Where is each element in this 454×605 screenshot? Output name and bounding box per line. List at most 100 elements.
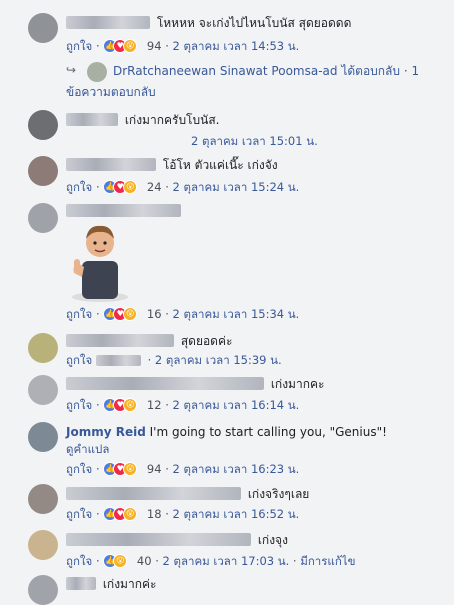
comment-meta: ถูกใจ · 👍 ♥ 😮 12 · 2 ตุลาคม เวลา 16:14 น.: [66, 398, 299, 412]
comment-text: โอ้โห ตัวแค่เนี๊ะ เก่งจัง: [162, 158, 278, 172]
comment-text: โหหหห จะเก่งไปไหนโบนัส สุดยอดดด: [156, 16, 352, 30]
comment-meta: ถูกใจ · 👍 ♥ 😮 94 · 2 ตุลาคม เวลา 16:23 น.: [66, 462, 299, 476]
comment-line: โหหหห จะเก่งไปไหนโบนัส สุดยอดดด: [66, 15, 351, 31]
blurred-name[interactable]: [66, 377, 264, 390]
separator: ·: [95, 507, 100, 521]
blurred-reactions: [95, 355, 141, 366]
comment-line: สุดยอดค่ะ: [66, 333, 232, 349]
wow-icon: 😮: [123, 398, 138, 412]
comment-line: เก่งจริงๆเลย: [66, 486, 309, 502]
timestamp[interactable]: 2 ตุลาคม เวลา 15:01 น.: [191, 133, 318, 149]
reactions[interactable]: 👍 ♥ 😮: [103, 398, 143, 412]
comment-meta: ถูกใจ · 👍 ♥ 😮 16 · 2 ตุลาคม เวลา 15:34 น.: [66, 307, 299, 321]
wow-icon: 😮: [123, 39, 138, 53]
separator: ·: [155, 554, 159, 568]
timestamp[interactable]: 2 ตุลาคม เวลา 15:39 น.: [155, 353, 282, 367]
comment-meta: ถูกใจ · 2 ตุลาคม เวลา 15:39 น.: [66, 353, 282, 367]
separator: ·: [165, 39, 169, 53]
timestamp[interactable]: 2 ตุลาคม เวลา 15:24 น.: [173, 180, 300, 194]
avatar[interactable]: [28, 203, 58, 233]
wow-icon: 😮: [123, 180, 138, 194]
comment-text: เก่งจริงๆเลย: [247, 487, 310, 501]
reply-author[interactable]: DrRatchaneewan Sinawat Poomsa-ad: [113, 64, 338, 78]
comment-line: เก่งมากค่ะ: [66, 576, 156, 592]
like-link[interactable]: ถูกใจ: [66, 353, 92, 367]
timestamp[interactable]: 2 ตุลาคม เวลา 16:23 น.: [173, 462, 300, 476]
comment-author[interactable]: Jommy Reid: [66, 425, 146, 439]
blurred-name[interactable]: [66, 158, 156, 171]
reaction-count: 12: [146, 398, 162, 412]
like-link[interactable]: ถูกใจ: [66, 554, 92, 568]
reactions[interactable]: 👍 ♥ 😮: [103, 180, 143, 194]
comment-line: เก่งมากคะ: [66, 376, 324, 392]
separator: ·: [95, 554, 100, 568]
reply-text: ได้ตอบกลับ · 1: [341, 64, 420, 78]
reactions[interactable]: 👍 ♥ 😮: [103, 307, 143, 321]
separator: ·: [147, 353, 152, 367]
blurred-name[interactable]: [66, 487, 241, 500]
like-link[interactable]: ถูกใจ: [66, 39, 92, 53]
like-link[interactable]: ถูกใจ: [66, 507, 92, 521]
avatar[interactable]: [28, 13, 58, 43]
wow-icon: 😮: [113, 554, 128, 568]
reactions[interactable]: 👍 ♥ 😮: [103, 462, 143, 476]
timestamp[interactable]: 2 ตุลาคม เวลา 15:34 น.: [173, 307, 300, 321]
comment-text: เก่งมากครับโบนัส.: [124, 113, 220, 127]
like-link[interactable]: ถูกใจ: [66, 462, 92, 476]
reaction-count: 24: [146, 180, 162, 194]
avatar[interactable]: [28, 530, 58, 560]
wow-icon: 😮: [123, 462, 138, 476]
blurred-name[interactable]: [66, 577, 96, 590]
blurred-name[interactable]: [66, 204, 181, 217]
timestamp[interactable]: 2 ตุลาคม เวลา 16:14 น.: [173, 398, 300, 412]
avatar[interactable]: [28, 110, 58, 140]
edited-label[interactable]: มีการแก้ไข: [300, 554, 355, 568]
reaction-count: 16: [146, 307, 162, 321]
comment-text: เก่งจุง: [257, 533, 288, 547]
comment-meta: ถูกใจ · 👍 😮 40 · 2 ตุลาคม เวลา 17:03 น. ·…: [66, 554, 355, 568]
comment-line: Jommy Reid I'm going to start calling yo…: [66, 424, 387, 440]
reaction-count: 94: [146, 39, 162, 53]
blurred-name[interactable]: [66, 16, 150, 29]
timestamp[interactable]: 2 ตุลาคม เวลา 16:52 น.: [173, 507, 300, 521]
comment-text: เก่งมากคะ: [270, 377, 325, 391]
separator: ·: [165, 180, 169, 194]
like-link[interactable]: ถูกใจ: [66, 398, 92, 412]
reply-link[interactable]: DrRatchaneewan Sinawat Poomsa-ad ได้ตอบก…: [113, 63, 453, 79]
avatar[interactable]: [28, 575, 58, 605]
avatar[interactable]: [28, 375, 58, 405]
blurred-name[interactable]: [66, 113, 118, 126]
comment-meta: ถูกใจ · 👍 ♥ 😮 18 · 2 ตุลาคม เวลา 16:52 น.: [66, 507, 299, 521]
like-link[interactable]: ถูกใจ: [66, 307, 92, 321]
comment-text: I'm going to start calling you, "Genius"…: [149, 425, 387, 439]
avatar[interactable]: [28, 333, 58, 363]
blurred-name[interactable]: [66, 334, 174, 347]
blurred-name[interactable]: [66, 533, 251, 546]
reactions[interactable]: 👍 ♥ 😮: [103, 39, 143, 53]
separator: ·: [95, 398, 100, 412]
separator: ·: [95, 462, 100, 476]
comment-text: เก่งมากค่ะ: [102, 577, 157, 591]
sticker-image: [72, 225, 128, 302]
comment-line: โอ้โห ตัวแค่เนี๊ะ เก่งจัง: [66, 157, 278, 173]
like-link[interactable]: ถูกใจ: [66, 180, 92, 194]
separator: ·: [165, 307, 169, 321]
avatar[interactable]: [28, 484, 58, 514]
reply-link-line2[interactable]: ข้อความตอบกลับ: [66, 84, 156, 100]
separator: ·: [165, 462, 169, 476]
avatar[interactable]: [87, 62, 107, 82]
timestamp[interactable]: 2 ตุลาคม เวลา 17:03 น.: [163, 554, 290, 568]
translate-link[interactable]: ดูคำแปล: [66, 441, 109, 457]
comment-line: [66, 203, 184, 219]
reply-arrow-icon: ↪: [66, 63, 77, 77]
comment-meta: ถูกใจ · 👍 ♥ 😮 94 · 2 ตุลาคม เวลา 14:53 น.: [66, 39, 299, 53]
reaction-count: 40: [136, 554, 152, 568]
timestamp[interactable]: 2 ตุลาคม เวลา 14:53 น.: [173, 39, 300, 53]
avatar[interactable]: [28, 422, 58, 452]
separator: ·: [165, 398, 169, 412]
reactions[interactable]: 👍 ♥ 😮: [103, 507, 143, 521]
reaction-count: 94: [146, 462, 162, 476]
separator: ·: [165, 507, 169, 521]
avatar[interactable]: [28, 156, 58, 186]
reactions[interactable]: 👍 😮: [103, 554, 133, 568]
